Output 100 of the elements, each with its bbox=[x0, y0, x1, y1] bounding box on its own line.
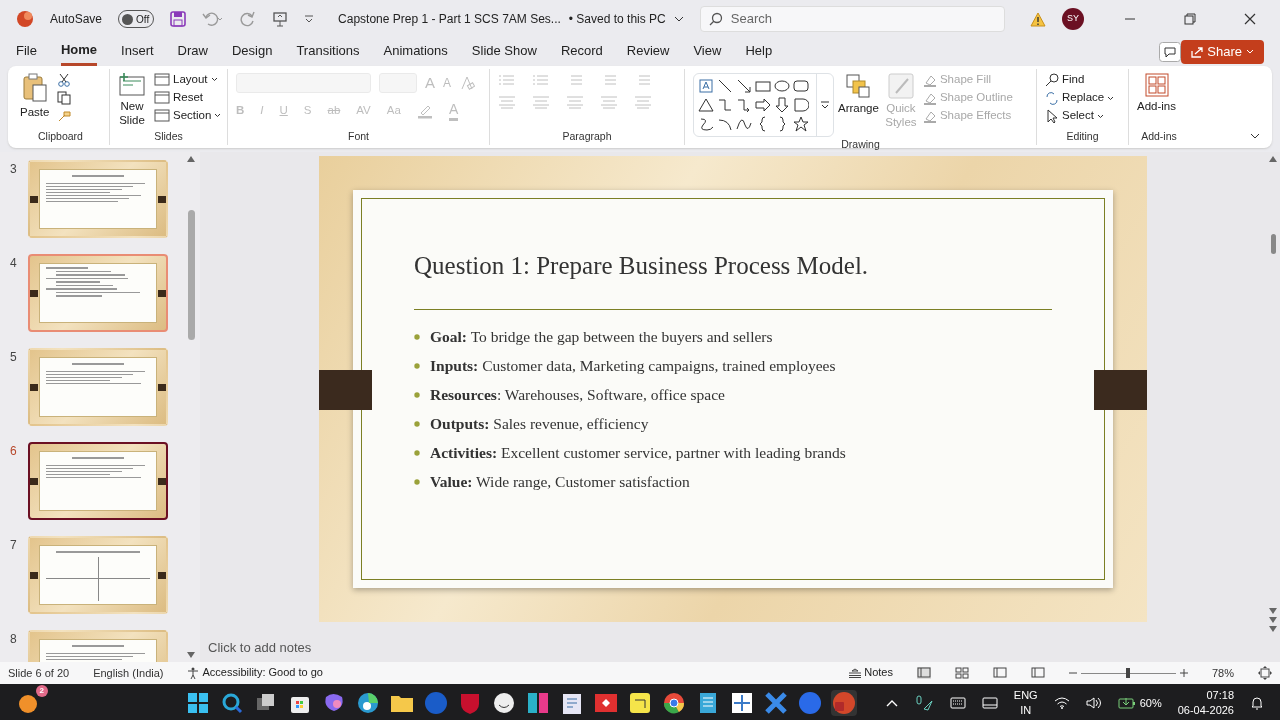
touchpad-icon[interactable] bbox=[981, 697, 998, 709]
menu-tab[interactable]: Slide Show bbox=[471, 37, 537, 67]
chrome-icon[interactable] bbox=[661, 690, 687, 716]
elbow-arrow-icon[interactable] bbox=[736, 97, 752, 113]
slide-thumbnail[interactable] bbox=[28, 254, 168, 332]
line-icon[interactable] bbox=[717, 78, 733, 94]
new-slide-button[interactable]: New Slide bbox=[118, 73, 146, 130]
close-icon[interactable] bbox=[1244, 13, 1256, 25]
down-arrow-icon[interactable] bbox=[774, 97, 790, 113]
menu-tab[interactable]: Draw bbox=[177, 37, 208, 67]
menu-tab[interactable]: Help bbox=[745, 37, 773, 67]
restore-icon[interactable] bbox=[1184, 13, 1196, 25]
right-arrow-icon[interactable] bbox=[755, 97, 771, 113]
freeform-icon[interactable] bbox=[698, 116, 714, 132]
show-hidden-icons-icon[interactable] bbox=[885, 699, 898, 707]
start-icon[interactable] bbox=[185, 690, 211, 716]
edge-browser-icon[interactable] bbox=[355, 690, 381, 716]
notes-placeholder[interactable]: Click to add notes bbox=[208, 640, 312, 655]
editing-command-button[interactable]: Replace bbox=[1045, 91, 1115, 105]
slide-command-button[interactable]: Reset bbox=[154, 90, 222, 105]
menu-tab[interactable]: Transitions bbox=[296, 37, 360, 67]
scroll-up-icon[interactable] bbox=[187, 156, 195, 162]
arrow-line-icon[interactable] bbox=[736, 78, 752, 94]
scroll-down-icon[interactable] bbox=[187, 652, 195, 658]
format-painter-icon[interactable] bbox=[57, 109, 72, 123]
menu-tab[interactable]: File bbox=[16, 37, 37, 67]
copy-icon[interactable] bbox=[57, 91, 72, 105]
language-indicator[interactable]: IN bbox=[1020, 705, 1032, 716]
slide-thumbnail[interactable] bbox=[28, 536, 168, 614]
save-icon[interactable] bbox=[170, 11, 187, 27]
volume-icon[interactable] bbox=[1085, 697, 1102, 709]
triangle-icon[interactable] bbox=[698, 97, 714, 113]
comment-icon[interactable] bbox=[1159, 42, 1182, 62]
fit-to-window-icon[interactable] bbox=[1258, 666, 1272, 680]
scrollbar-thumb[interactable] bbox=[187, 210, 195, 340]
flowchart-shape-icon[interactable] bbox=[793, 97, 809, 113]
normal-view-icon[interactable] bbox=[916, 667, 931, 679]
app-logo-icon[interactable] bbox=[16, 10, 34, 28]
sticky-note-icon[interactable] bbox=[627, 690, 653, 716]
text-box-icon[interactable] bbox=[698, 78, 714, 94]
share-button[interactable]: Share bbox=[1181, 40, 1264, 64]
menu-tab[interactable]: Review bbox=[626, 37, 670, 67]
search-field[interactable]: Search bbox=[699, 6, 1005, 32]
chevron-down-icon[interactable] bbox=[673, 15, 684, 23]
zoom-in-icon[interactable] bbox=[1179, 669, 1188, 677]
rounded-rectangle-icon[interactable] bbox=[793, 78, 809, 94]
scrollbar-thumb[interactable] bbox=[1270, 234, 1276, 254]
previous-slide-icon[interactable] bbox=[1269, 616, 1277, 625]
cut-icon[interactable] bbox=[57, 73, 72, 87]
add-ins-button[interactable]: Add-ins bbox=[1137, 73, 1176, 130]
editing-command-button[interactable]: Select bbox=[1045, 109, 1115, 123]
slide-thumbnail[interactable] bbox=[28, 160, 168, 238]
customize-toolbar-icon[interactable] bbox=[304, 14, 315, 24]
warning-icon[interactable] bbox=[1030, 11, 1046, 27]
document-title[interactable]: Capstone Prep 1 - Part 1 SCS 7AM Ses... bbox=[338, 10, 561, 28]
more-shapes-icon[interactable] bbox=[821, 101, 829, 109]
notes-button[interactable]: Notes bbox=[849, 666, 893, 680]
wifi-icon[interactable] bbox=[1053, 697, 1070, 709]
slide-thumbnail[interactable] bbox=[28, 348, 168, 426]
smiley-icon[interactable] bbox=[491, 690, 517, 716]
menu-tab[interactable]: Record bbox=[560, 37, 603, 67]
video-call-icon[interactable] bbox=[797, 690, 823, 716]
zoom-level[interactable]: 78% bbox=[1211, 664, 1234, 682]
reading-view-icon[interactable] bbox=[992, 667, 1007, 679]
slide-command-button[interactable]: Layout bbox=[154, 73, 222, 87]
zoom-slider-thumb[interactable] bbox=[1126, 668, 1131, 678]
grid-app-icon[interactable] bbox=[729, 690, 755, 716]
battery-level[interactable]: 60% bbox=[1139, 694, 1162, 712]
editing-command-button[interactable]: Find bbox=[1045, 73, 1115, 87]
curve-icon[interactable] bbox=[736, 116, 752, 132]
arrange-button[interactable]: Arrange bbox=[838, 73, 879, 137]
language-status[interactable]: English (India) bbox=[93, 664, 164, 682]
scroll-up-icon[interactable] bbox=[1269, 156, 1277, 162]
battery-charging-icon[interactable] bbox=[1117, 697, 1136, 709]
slide-show-icon[interactable] bbox=[1030, 667, 1045, 679]
star-icon[interactable] bbox=[793, 116, 809, 132]
arc-icon[interactable] bbox=[717, 116, 733, 132]
collapse-ribbon-icon[interactable] bbox=[1250, 132, 1260, 140]
menu-tab[interactable]: Design bbox=[231, 37, 273, 67]
oval-icon[interactable] bbox=[774, 78, 790, 94]
cross-app-icon[interactable] bbox=[763, 690, 789, 716]
hp-icon[interactable] bbox=[423, 690, 449, 716]
slide-sorter-icon[interactable] bbox=[954, 667, 969, 679]
scroll-down-icon[interactable] bbox=[1269, 607, 1277, 616]
menu-tab[interactable]: Animations bbox=[383, 37, 448, 67]
slide-command-button[interactable]: Section bbox=[154, 108, 222, 123]
clock-time[interactable]: 07:18 bbox=[1206, 690, 1234, 701]
save-status[interactable]: • Saved to this PC bbox=[568, 10, 666, 28]
presenter-icon[interactable] bbox=[272, 11, 289, 27]
board-icon[interactable] bbox=[525, 690, 551, 716]
user-avatar[interactable]: SY bbox=[1062, 8, 1084, 30]
keyboard-icon[interactable] bbox=[949, 697, 966, 709]
menu-tab[interactable]: View bbox=[693, 37, 722, 67]
language-indicator[interactable]: ENG bbox=[1013, 690, 1038, 701]
accessibility-status[interactable]: Accessibility: Good to go bbox=[187, 666, 323, 680]
paste-button[interactable]: Paste bbox=[20, 73, 50, 130]
notification-bell-icon[interactable] bbox=[1250, 696, 1264, 710]
menu-tab[interactable]: Insert bbox=[121, 37, 154, 67]
clock-date[interactable]: 06-04-2026 bbox=[1177, 705, 1234, 716]
next-slide-icon[interactable] bbox=[1269, 625, 1277, 634]
